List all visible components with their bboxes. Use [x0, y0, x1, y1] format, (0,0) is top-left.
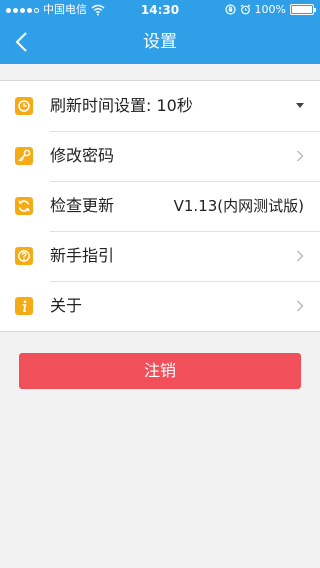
menu-item-check-update[interactable]: 检查更新 V1.13(内网测试版) [0, 181, 320, 231]
menu-item-label: 新手指引 [50, 246, 115, 265]
menu-item-label: 修改密码 [50, 146, 115, 165]
battery-percent: 100% [254, 3, 286, 16]
status-bar-right: 100% [224, 3, 316, 16]
dropdown-arrow-icon [296, 103, 304, 108]
logout-button[interactable]: 注销 [19, 353, 301, 389]
key-icon [15, 147, 33, 165]
chevron-right-icon [297, 300, 304, 312]
menu-item-refresh-interval[interactable]: 刷新时间设置: 10秒 [0, 81, 320, 131]
info-icon [15, 297, 33, 315]
version-value: V1.13(内网测试版) [173, 197, 304, 215]
menu-item-label: 检查更新 [50, 196, 115, 215]
question-icon [15, 247, 33, 265]
alarm-icon [240, 4, 250, 15]
status-bar: 中国电信 14:30 100% [0, 0, 320, 20]
battery-icon [290, 4, 316, 15]
clock-icon [15, 97, 33, 115]
menu-item-about[interactable]: 关于 [0, 281, 320, 331]
menu-item-label: 刷新时间设置: 10秒 [50, 96, 193, 115]
top-bar: 中国电信 14:30 100% 设置 [0, 0, 320, 64]
chevron-right-icon [297, 250, 304, 262]
page-title: 设置 [143, 32, 177, 52]
rotation-lock-icon [224, 4, 236, 15]
menu-item-label: 关于 [50, 296, 83, 315]
chevron-right-icon [297, 150, 304, 162]
refresh-icon [15, 197, 33, 215]
menu-item-change-password[interactable]: 修改密码 [0, 131, 320, 181]
menu-item-guide[interactable]: 新手指引 [0, 231, 320, 281]
nav-bar: 设置 [0, 20, 320, 64]
settings-list: 刷新时间设置: 10秒 修改密码 检查更新 V1.13(内网测试版) 新手指引 … [0, 80, 320, 332]
